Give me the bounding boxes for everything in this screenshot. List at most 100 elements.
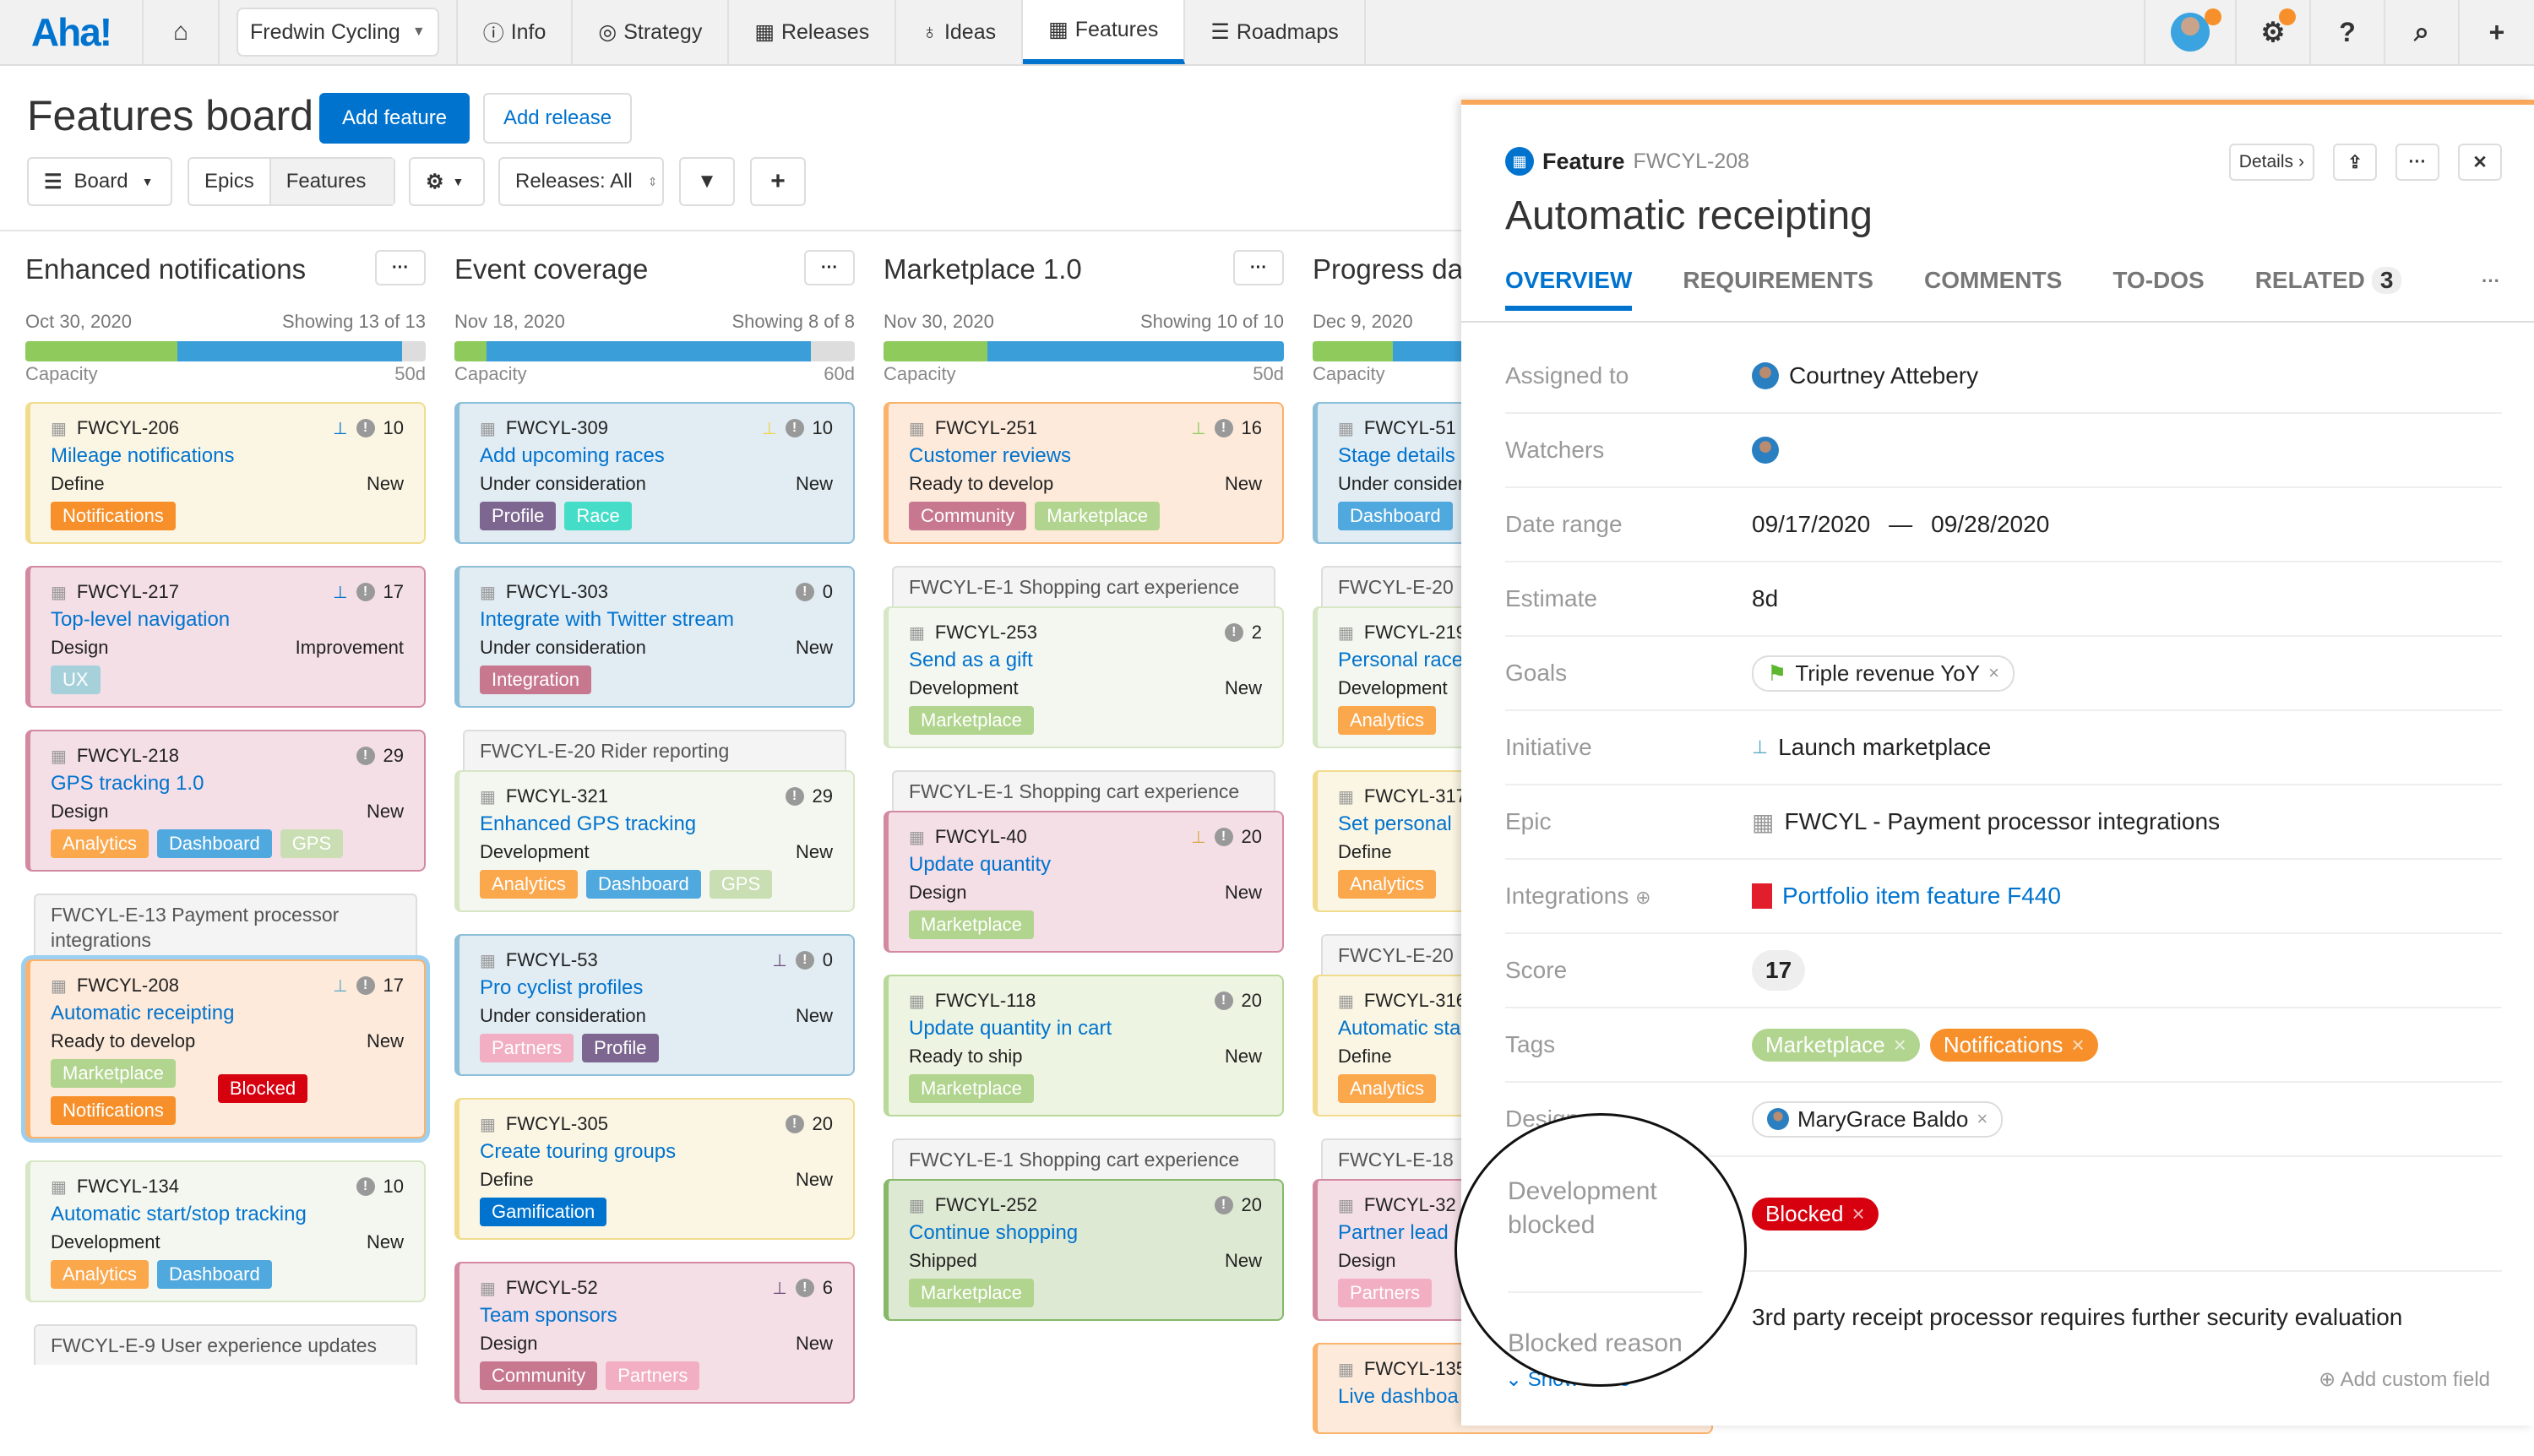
epic-value[interactable]: ▦ FWCYL - Payment processor integrations — [1752, 808, 2220, 836]
drag-handle-icon[interactable]: ▦ — [51, 975, 67, 997]
drag-handle-icon[interactable]: ▦ — [1338, 418, 1354, 439]
settings-button[interactable]: ⚙ — [2237, 0, 2311, 64]
feature-card[interactable]: ▦ FWCYL-208 ⊥! 17 Automatic receipting Re… — [25, 959, 426, 1138]
workspace-selector[interactable]: Fredwin Cycling ▼ — [220, 0, 458, 64]
feature-card[interactable]: ▦ FWCYL-251 ⊥! 16 Customer reviews Ready … — [884, 402, 1284, 544]
drag-handle-icon[interactable]: ▦ — [480, 582, 496, 603]
details-button[interactable]: Details › — [2228, 144, 2314, 181]
add-integration-icon[interactable]: ⊕ — [1635, 887, 1650, 908]
epic-header[interactable]: FWCYL-E-1 Shopping cart experience — [892, 566, 1275, 606]
feature-card[interactable]: ▦ FWCYL-309 ⊥! 10 Add upcoming races Unde… — [454, 402, 855, 544]
column-menu-button[interactable]: ··· — [804, 250, 855, 285]
feature-card[interactable]: ▦ FWCYL-218 ! 29 GPS tracking 1.0 Design N… — [25, 730, 426, 872]
feature-name[interactable]: Automatic receipting — [51, 1002, 404, 1025]
tag-marketplace[interactable]: Marketplace × — [1752, 1028, 1920, 1062]
nav-features[interactable]: ▦ Features — [1023, 0, 1186, 64]
score-value[interactable]: 17 — [1752, 950, 1806, 991]
settings-dropdown[interactable]: ⚙ ▼ — [409, 157, 485, 206]
drag-handle-icon[interactable]: ▦ — [480, 950, 496, 971]
drag-handle-icon[interactable]: ▦ — [51, 1176, 67, 1198]
remove-icon[interactable]: × — [1977, 1108, 1988, 1130]
epic-header[interactable]: FWCYL-E-20 Rider reporting — [463, 730, 846, 770]
feature-card[interactable]: ▦ FWCYL-305 ! 20 Create touring groups De… — [454, 1098, 855, 1240]
remove-icon[interactable]: × — [1894, 1032, 1906, 1058]
feature-name[interactable]: GPS tracking 1.0 — [51, 772, 404, 796]
remove-icon[interactable]: × — [1988, 662, 1999, 684]
tabs-more-icon[interactable]: ··· — [2482, 270, 2500, 292]
drag-handle-icon[interactable]: ▦ — [909, 1195, 925, 1216]
feature-name[interactable]: Create touring groups — [480, 1140, 833, 1164]
releases-filter[interactable]: Releases: All ⇕ — [498, 157, 664, 206]
drag-handle-icon[interactable]: ▦ — [51, 582, 67, 603]
drag-handle-icon[interactable]: ▦ — [1338, 786, 1354, 807]
add-button[interactable]: + — [2460, 0, 2534, 64]
feature-card[interactable]: ▦ FWCYL-303 ! 0 Integrate with Twitter st… — [454, 566, 855, 708]
drag-handle-icon[interactable]: ▦ — [480, 1114, 496, 1135]
more-button[interactable]: ··· — [2395, 144, 2439, 181]
nav-strategy[interactable]: ◎ Strategy — [573, 0, 730, 64]
drag-handle-icon[interactable]: ▦ — [480, 786, 496, 807]
epic-header[interactable]: FWCYL-E-13 Payment processor integration… — [34, 894, 417, 959]
blocked-pill[interactable]: Blocked × — [1752, 1197, 1879, 1231]
remove-icon[interactable]: × — [2071, 1032, 2084, 1058]
feature-name[interactable]: Continue shopping — [909, 1221, 1262, 1245]
integration-link[interactable]: Portfolio item feature F440 — [1782, 883, 2061, 910]
feature-card[interactable]: ▦ FWCYL-253 ! 2 Send as a gift Developmen… — [884, 606, 1284, 748]
epics-toggle[interactable]: Epics — [189, 159, 271, 204]
drag-handle-icon[interactable]: ▦ — [1338, 1195, 1354, 1216]
drag-handle-icon[interactable]: ▦ — [1338, 622, 1354, 644]
drag-handle-icon[interactable]: ▦ — [51, 746, 67, 767]
drag-handle-icon[interactable]: ▦ — [909, 827, 925, 848]
tag-notifications[interactable]: Notifications × — [1929, 1028, 2098, 1062]
add-custom-field-link[interactable]: ⊕ Add custom field — [2319, 1367, 2490, 1392]
nav-ideas[interactable]: ♁ Ideas — [896, 0, 1024, 64]
feature-card[interactable]: ▦ FWCYL-53 ⊥! 0 Pro cyclist profiles Unde… — [454, 934, 855, 1076]
feature-name[interactable]: Add upcoming races — [480, 444, 833, 468]
blocked-reason-value[interactable]: 3rd party receipt processor requires fur… — [1752, 1304, 2402, 1331]
release-title[interactable]: Enhanced notifications — [25, 253, 306, 285]
drag-handle-icon[interactable]: ▦ — [909, 418, 925, 439]
watcher-avatar[interactable] — [1752, 437, 1779, 464]
help-button[interactable]: ? — [2311, 0, 2385, 64]
nav-info[interactable]: ⓘ Info — [458, 0, 574, 64]
designer-pill[interactable]: MaryGrace Baldo × — [1752, 1100, 2004, 1138]
feature-name[interactable]: Integrate with Twitter stream — [480, 608, 833, 632]
filter-button[interactable]: ▼ — [679, 157, 735, 206]
release-title[interactable]: Marketplace 1.0 — [884, 253, 1082, 285]
feature-card[interactable]: ▦ FWCYL-52 ⊥! 6 Team sponsors Design New C… — [454, 1262, 855, 1404]
feature-card[interactable]: ▦ FWCYL-206 ⊥! 10 Mileage notifications D… — [25, 402, 426, 544]
feature-card[interactable]: ▦ FWCYL-118 ! 20 Update quantity in cart … — [884, 975, 1284, 1116]
feature-card[interactable]: ▦ FWCYL-217 ⊥! 17 Top-level navigation De… — [25, 566, 426, 708]
remove-icon[interactable]: × — [1852, 1201, 1865, 1227]
share-button[interactable]: ⇪ — [2333, 144, 2377, 181]
add-release-button[interactable]: Add release — [483, 93, 632, 144]
tab-related[interactable]: RELATED 3 — [2255, 267, 2402, 311]
tab-todos[interactable]: TO-DOS — [2113, 267, 2204, 311]
feature-card[interactable]: ▦ FWCYL-40 ⊥! 20 Update quantity Design Ne… — [884, 811, 1284, 953]
assignee[interactable]: Courtney Attebery — [1752, 362, 1978, 389]
feature-title[interactable]: Automatic receipting — [1505, 193, 1873, 239]
drag-handle-icon[interactable]: ▦ — [51, 418, 67, 439]
feature-card[interactable]: ▦ FWCYL-134 ! 10 Automatic start/stop tra… — [25, 1160, 426, 1302]
column-menu-button[interactable]: ··· — [375, 250, 426, 285]
drag-handle-icon[interactable]: ▦ — [909, 622, 925, 644]
column-menu-button[interactable]: ··· — [1233, 250, 1284, 285]
feature-name[interactable]: Enhanced GPS tracking — [480, 812, 833, 836]
feature-name[interactable]: Update quantity — [909, 853, 1262, 877]
add-feature-button[interactable]: Add feature — [319, 93, 470, 144]
features-toggle[interactable]: Features — [270, 159, 394, 204]
drag-handle-icon[interactable]: ▦ — [480, 1278, 496, 1299]
tab-comments[interactable]: COMMENTS — [1924, 267, 2062, 311]
drag-handle-icon[interactable]: ▦ — [1338, 1359, 1354, 1380]
search-button[interactable]: ⌕ — [2385, 0, 2460, 64]
drag-handle-icon[interactable]: ▦ — [909, 991, 925, 1012]
epic-header[interactable]: FWCYL-E-1 Shopping cart experience — [892, 770, 1275, 811]
epic-header[interactable]: FWCYL-E-1 Shopping cart experience — [892, 1138, 1275, 1179]
drag-handle-icon[interactable]: ▦ — [1338, 991, 1354, 1012]
tab-requirements[interactable]: REQUIREMENTS — [1683, 267, 1873, 311]
feature-card[interactable]: ▦ FWCYL-252 ! 20 Continue shopping Shippe… — [884, 1179, 1284, 1321]
feature-card[interactable]: ▦ FWCYL-321 ! 29 Enhanced GPS tracking De… — [454, 770, 855, 912]
tab-overview[interactable]: OVERVIEW — [1505, 267, 1633, 311]
release-title[interactable]: Event coverage — [454, 253, 648, 285]
board-view-dropdown[interactable]: ☰ Board ▼ — [27, 157, 172, 206]
